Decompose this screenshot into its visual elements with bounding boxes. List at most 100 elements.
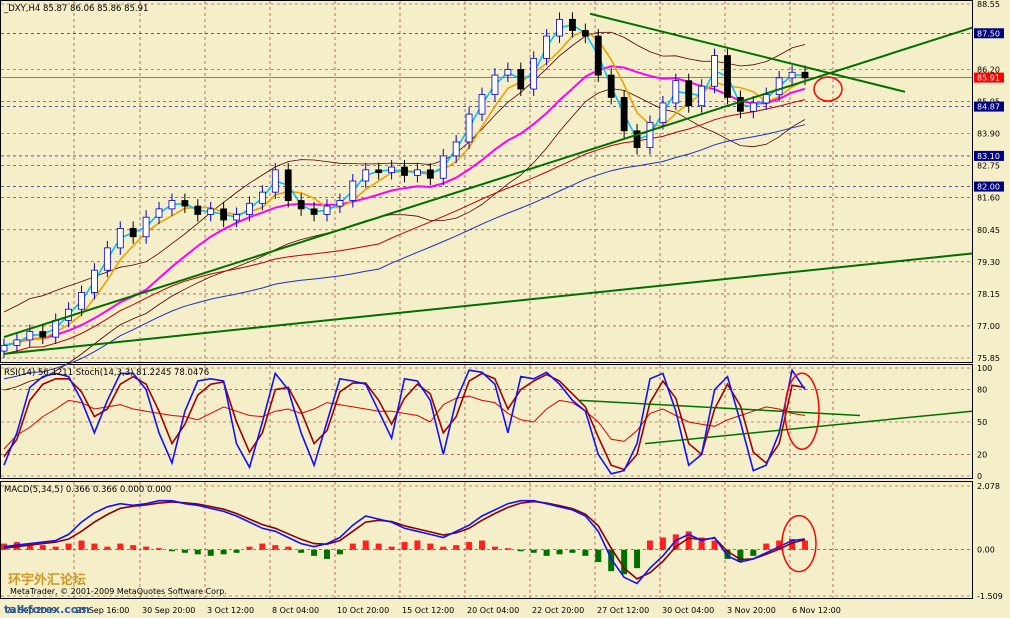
candle-body <box>233 214 240 221</box>
candle-body <box>220 208 228 221</box>
macd-histogram-bar <box>595 549 602 562</box>
price-tick-label: 79.30 <box>977 258 1000 267</box>
macd-histogram-bar <box>39 545 46 550</box>
candle-body <box>388 166 395 174</box>
price-tick-label: 85.91 <box>977 74 1000 83</box>
candle-body <box>711 55 718 87</box>
candle-body <box>724 55 731 98</box>
price-header: _DXY,H4 85.87 86.06 85.86 85.91 <box>3 4 148 14</box>
candle-body <box>362 169 370 182</box>
candle-body <box>103 247 111 271</box>
price-tick-label: 87.50 <box>977 29 1000 38</box>
macd-histogram-bar <box>104 546 111 550</box>
macd-histogram-bar <box>336 549 343 555</box>
rsi-tick-label: 0 <box>977 472 982 481</box>
candle-body <box>39 331 47 338</box>
candle-body <box>569 18 576 31</box>
candle-body <box>504 69 512 76</box>
macd-histogram-bar <box>156 548 163 550</box>
candle-body <box>194 205 202 215</box>
macd-histogram-bar <box>763 543 770 550</box>
candle-body <box>607 74 615 98</box>
candle-body <box>556 18 563 37</box>
candle-body <box>646 122 654 148</box>
macd-tick-label: -1.509 <box>977 592 1003 601</box>
candle-body <box>414 169 421 176</box>
watermark-site: talkforex.com <box>4 603 90 616</box>
candle-body <box>375 169 383 174</box>
macd-histogram-bar <box>130 545 137 550</box>
macd-histogram-bar <box>285 546 292 550</box>
rsi-tick-label: 100 <box>977 364 992 373</box>
candle-body <box>26 331 34 341</box>
candle-body <box>788 71 796 79</box>
candle-body <box>439 155 447 179</box>
macd-histogram-bar <box>427 543 434 550</box>
candle-body <box>336 200 344 207</box>
dxy-chart: 88.5587.5086.2085.9185.0584.8783.9083.10… <box>0 0 1004 618</box>
candle-body <box>620 96 628 132</box>
macd-histogram-bar <box>259 543 266 550</box>
candle-body <box>78 292 85 310</box>
macd-histogram-bar <box>194 549 201 555</box>
time-tick-label: 27 Oct 12:00 <box>597 606 649 615</box>
candle-body <box>581 30 589 37</box>
candle-body <box>659 102 667 123</box>
candle-body <box>91 269 98 293</box>
candle-body <box>672 80 680 104</box>
candle-body <box>271 169 279 193</box>
price-tick-label: 78.15 <box>977 290 1000 299</box>
macd-histogram-bar <box>569 549 576 553</box>
macd-histogram-bar <box>802 540 808 550</box>
macd-histogram-bar <box>78 540 85 550</box>
time-tick-label: 20 Oct 04:00 <box>467 606 519 615</box>
macd-histogram-bar <box>117 543 124 550</box>
time-tick-label: 30 Sep 20:00 <box>142 606 195 615</box>
macd-histogram-bar <box>440 546 447 550</box>
macd-histogram-bar <box>375 543 382 550</box>
candle-body <box>284 169 292 201</box>
price-tick-label: 80.45 <box>977 226 1000 235</box>
rsi-tick-label: 50 <box>977 418 987 427</box>
rsi-header: RSI(14) 56.1211 Stoch(14,3,3) 81.2245 78… <box>4 368 209 378</box>
time-tick-label: 15 Oct 12:00 <box>402 606 454 615</box>
chart-background <box>0 0 973 618</box>
macd-histogram-bar <box>323 549 330 559</box>
macd-histogram-bar <box>466 542 473 550</box>
macd-histogram-bar <box>504 548 511 550</box>
candle-body <box>749 102 757 112</box>
candle-body <box>685 80 693 107</box>
candle-body <box>142 216 150 238</box>
candle-body <box>297 200 305 210</box>
price-tick-label: 82.00 <box>977 183 1000 192</box>
macd-histogram-bar <box>711 540 718 550</box>
macd-histogram-bar <box>65 543 72 550</box>
rsi-tick-label: 20 <box>977 450 987 459</box>
time-tick-label: 3 Nov 20:00 <box>727 606 776 615</box>
candle-body <box>13 339 21 346</box>
macd-histogram-bar <box>298 549 305 553</box>
candle-body <box>594 35 602 76</box>
candle-body <box>323 205 331 215</box>
candle-body <box>530 57 538 90</box>
candle-body <box>775 77 783 95</box>
candle-body <box>491 74 499 95</box>
macd-histogram-bar <box>543 549 550 556</box>
price-tick-label: 81.60 <box>977 194 1000 203</box>
macd-histogram-bar <box>246 546 253 550</box>
candle-body <box>801 71 809 79</box>
rsi-tick-label: 80 <box>977 386 987 395</box>
candle-body <box>168 200 176 210</box>
time-tick-label: 8 Oct 04:00 <box>272 606 319 615</box>
candle-body <box>543 35 551 59</box>
candle-body <box>129 227 137 238</box>
macd-histogram-bar <box>479 540 486 550</box>
macd-tick-label: 0.00 <box>977 546 995 555</box>
candle-body <box>116 227 124 249</box>
candle-body <box>452 141 460 157</box>
macd-histogram-bar <box>52 546 59 550</box>
time-tick-label: 30 Oct 04:00 <box>662 606 714 615</box>
candle-body <box>258 191 266 204</box>
macd-histogram-bar <box>349 543 356 550</box>
macd-histogram-bar <box>233 549 240 553</box>
